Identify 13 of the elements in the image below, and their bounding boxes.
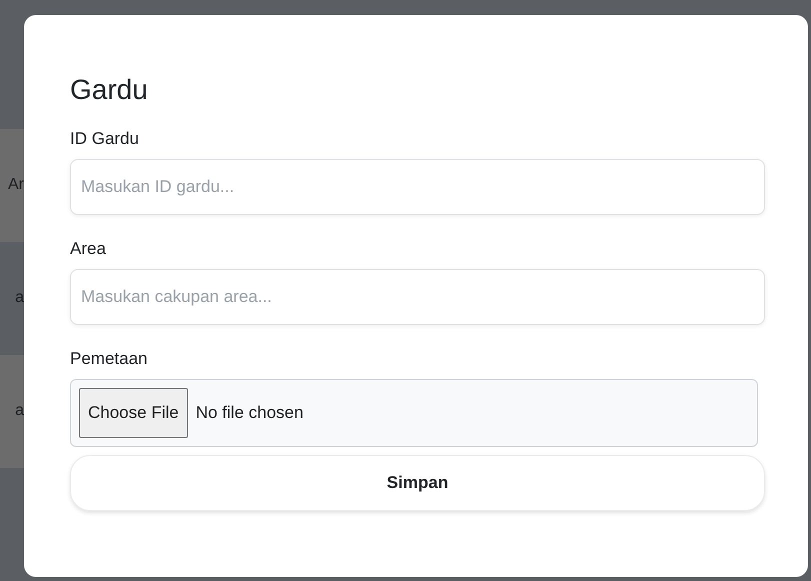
save-button[interactable]: Simpan [70,455,765,511]
table-cell-text: a [15,402,24,420]
input-field[interactable]: Masukan cakupan area... [70,269,765,325]
table-cell-text: Ar [8,176,24,194]
input-field[interactable]: Masukan ID gardu... [70,159,765,215]
field-label: ID Gardu [70,128,140,150]
file-status-text: No file chosen [196,403,304,423]
choose-file-button[interactable]: Choose File [79,388,188,438]
field-label: Area [70,238,107,260]
modal-title: Gardu [70,73,149,107]
field-label: Pemetaan [70,348,148,370]
file-input[interactable]: Choose File No file chosen [70,379,758,447]
table-cell-text: a [15,289,24,308]
